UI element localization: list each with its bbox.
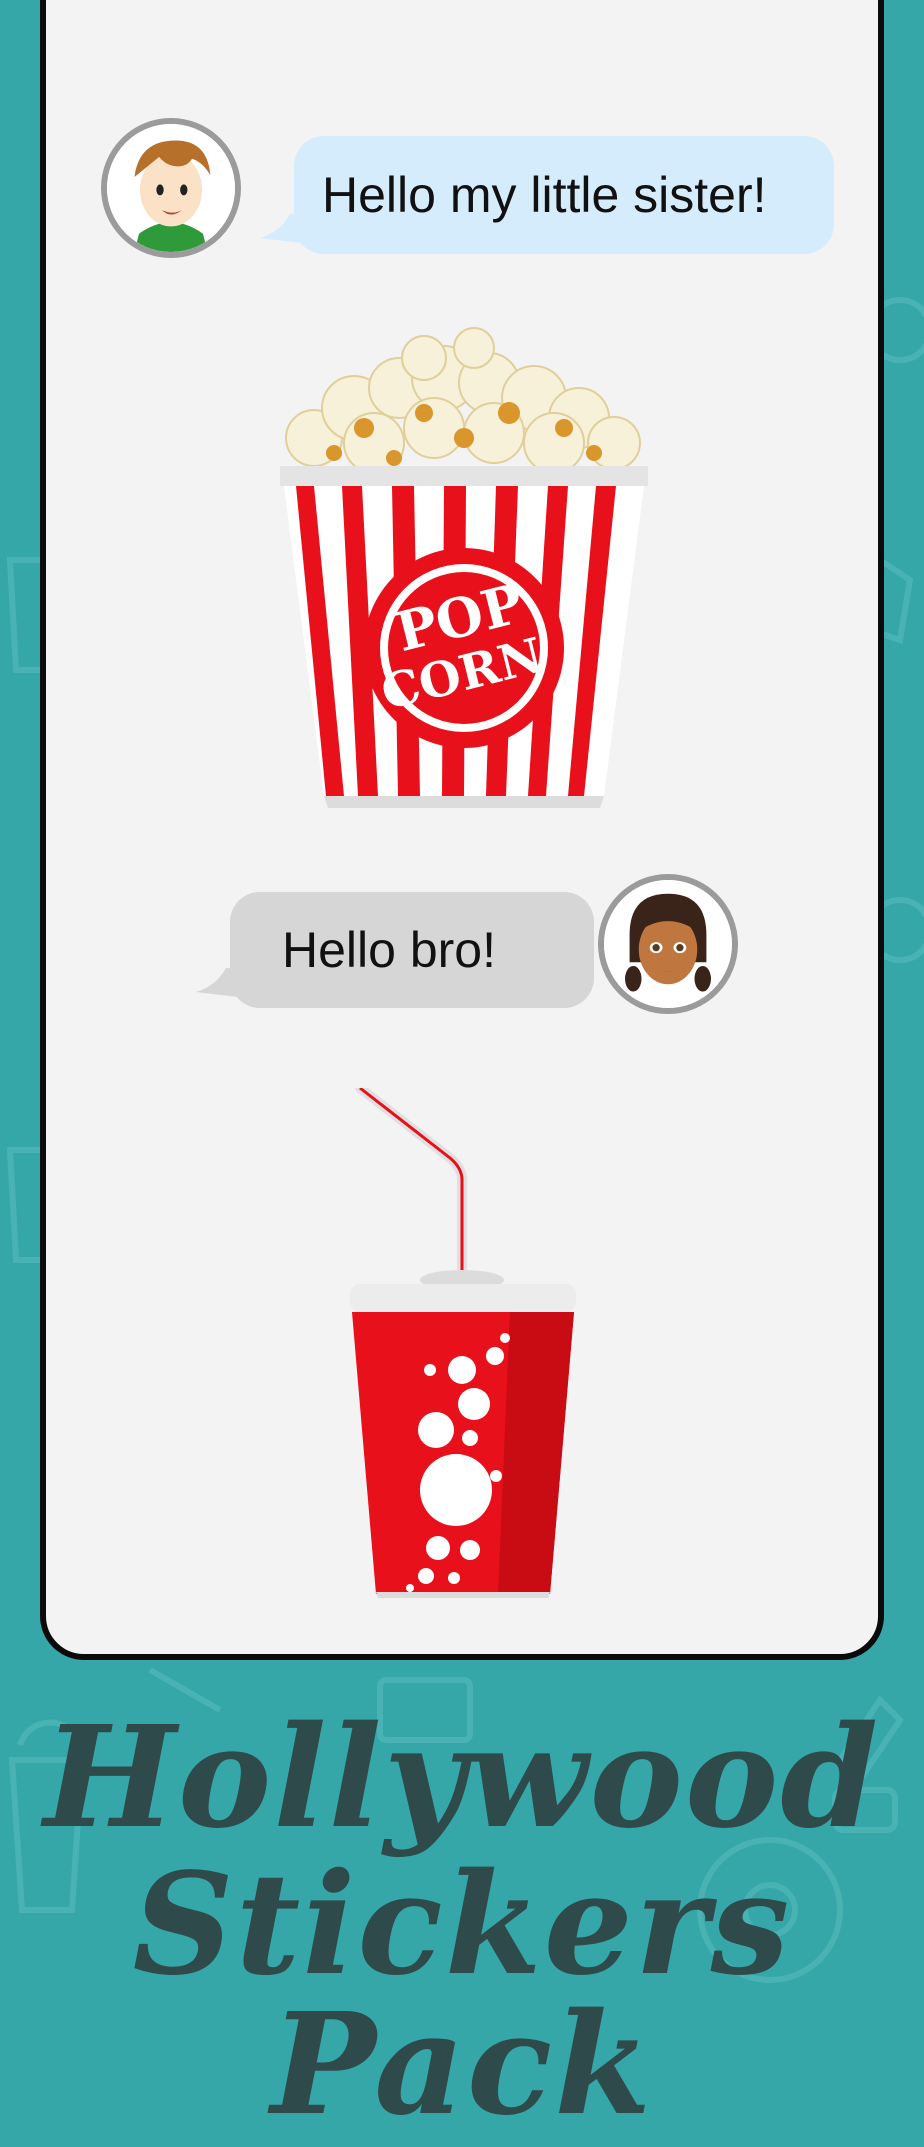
title-line-2: Stickers Pack xyxy=(132,1843,792,2147)
message-text: Hello bro! xyxy=(282,922,496,978)
bubble-tail xyxy=(260,214,310,244)
soda-cup-sticker[interactable] xyxy=(350,1088,580,1598)
girl-face-icon xyxy=(604,880,732,1008)
message-text: Hello my little sister! xyxy=(322,167,767,223)
boy-face-icon xyxy=(107,124,235,252)
chat-screen: Hello my little sister! POP CORN Hello b… xyxy=(40,0,884,1660)
bubble-tail xyxy=(196,968,246,998)
title-line-1: Hollywood xyxy=(43,1696,881,1860)
message-bubble-1: Hello my little sister! xyxy=(294,136,834,254)
message-bubble-2: Hello bro! xyxy=(230,892,594,1008)
boy-avatar xyxy=(101,118,241,258)
popcorn-sticker[interactable]: POP CORN xyxy=(274,318,654,808)
girl-avatar xyxy=(598,874,738,1014)
